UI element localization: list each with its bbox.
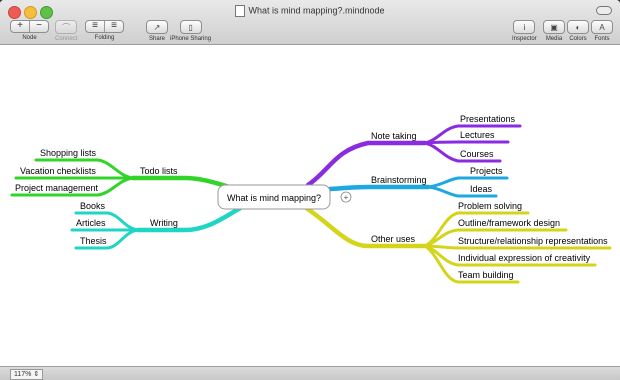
connect-tool[interactable]: ⌒ Connect — [55, 20, 77, 42]
titlebar: What is mind mapping?.mindnode + − Node … — [0, 0, 620, 45]
share-icon[interactable]: ↗ — [146, 20, 168, 34]
node-structure-relationship[interactable]: Structure/relationship representations — [458, 236, 608, 246]
window-title-text: What is mind mapping?.mindnode — [248, 5, 385, 16]
iphone-sharing-tool[interactable]: ▯ iPhone Sharing — [170, 20, 211, 42]
node-project-management[interactable]: Project management — [15, 183, 99, 193]
add-child-icon[interactable]: + — [344, 193, 349, 202]
node-lectures[interactable]: Lectures — [460, 130, 495, 140]
fonts-label: Fonts — [594, 36, 610, 42]
node-outline-framework[interactable]: Outline/framework design — [458, 218, 560, 228]
mindmap-canvas[interactable]: What is mind mapping? + Note taking Brai… — [0, 45, 620, 366]
window-title: What is mind mapping?.mindnode — [0, 5, 620, 17]
node-projects[interactable]: Projects — [470, 166, 503, 176]
fold-icon[interactable]: ≡ — [86, 21, 104, 32]
zoom-stepper-icon: ⇕ — [33, 371, 40, 378]
central-topic[interactable]: What is mind mapping? — [227, 193, 321, 203]
inspector-label: Inspector — [512, 36, 537, 42]
node-vacation-checklists[interactable]: Vacation checklists — [20, 166, 96, 176]
media-tool[interactable]: ▣ Media — [543, 20, 565, 42]
node-label: Node — [22, 35, 37, 41]
zoom-select[interactable]: 117% ⇕ — [10, 369, 44, 380]
node-problem-solving[interactable]: Problem solving — [458, 201, 522, 211]
info-icon[interactable]: i — [513, 20, 536, 34]
node-ideas[interactable]: Ideas — [470, 184, 493, 194]
node-articles[interactable]: Articles — [76, 218, 106, 228]
colors-label: Colors — [569, 36, 587, 42]
node-books[interactable]: Books — [80, 201, 106, 211]
iphone-sharing-label: iPhone Sharing — [170, 36, 212, 42]
node-thesis[interactable]: Thesis — [80, 236, 107, 246]
inspector-tool[interactable]: i Inspector — [512, 20, 537, 42]
node-team-building[interactable]: Team building — [458, 270, 514, 280]
unfold-icon[interactable]: ≡ — [104, 21, 123, 32]
media-label: Media — [545, 36, 563, 42]
node-tool: + − Node — [10, 20, 49, 41]
iphone-icon[interactable]: ▯ — [179, 20, 202, 34]
colors-tool[interactable]: ◐ Colors — [567, 20, 589, 42]
document-icon — [235, 5, 246, 17]
branch-note-taking[interactable]: Note taking — [371, 131, 417, 141]
node-segment: + − — [10, 20, 49, 33]
share-label: Share — [148, 36, 165, 42]
node-courses[interactable]: Courses — [460, 149, 494, 159]
folding-label: Folding — [94, 35, 115, 41]
fonts-tool[interactable]: A Fonts — [591, 20, 613, 42]
folding-segment: ≡ ≡ — [85, 20, 124, 33]
media-icon[interactable]: ▣ — [543, 20, 565, 34]
mindnode-window: What is mind mapping?.mindnode + − Node … — [0, 0, 620, 380]
connect-icon[interactable]: ⌒ — [55, 20, 78, 34]
folding-tool: ≡ ≡ Folding — [85, 20, 124, 41]
branch-other-uses[interactable]: Other uses — [371, 234, 416, 244]
color-palette-icon[interactable]: ◐ — [567, 20, 589, 34]
toolbar-toggle-button[interactable] — [596, 6, 612, 15]
branch-todo-lists[interactable]: Todo lists — [140, 166, 178, 176]
add-node-button[interactable]: + — [11, 21, 29, 32]
connect-label: Connect — [55, 36, 78, 42]
node-individual-expression[interactable]: Individual expression of creativity — [458, 253, 591, 263]
share-tool[interactable]: ↗ Share — [146, 20, 168, 42]
remove-node-button[interactable]: − — [29, 21, 48, 32]
node-presentations[interactable]: Presentations — [460, 114, 516, 124]
statusbar: 117% ⇕ — [0, 366, 620, 380]
node-shopping-lists[interactable]: Shopping lists — [40, 148, 97, 158]
mindmap-svg: What is mind mapping? + Note taking Brai… — [10, 114, 612, 284]
font-icon[interactable]: A — [591, 20, 613, 34]
branch-brainstorming[interactable]: Brainstorming — [371, 175, 427, 185]
branch-writing[interactable]: Writing — [150, 218, 178, 228]
zoom-value: 117% — [14, 371, 32, 378]
